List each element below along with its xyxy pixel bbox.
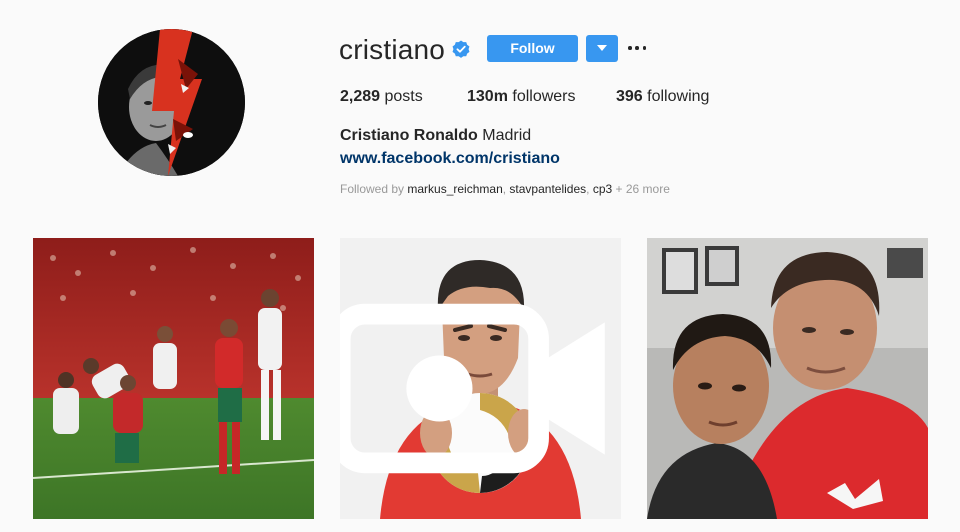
video-icon (340, 303, 605, 474)
profile-bio: Cristiano Ronaldo Madrid (340, 126, 531, 146)
dot (642, 46, 646, 50)
profile-full-name: Cristiano Ronaldo (340, 127, 478, 144)
followed-by-more[interactable]: + 26 more (616, 182, 670, 196)
followed-by-user[interactable]: markus_reichman (407, 182, 502, 196)
dot (628, 46, 632, 50)
followed-by[interactable]: Followed by markus_reichman, stavpanteli… (340, 181, 670, 197)
suggestions-dropdown-button[interactable] (586, 35, 618, 62)
followed-by-prefix: Followed by (340, 182, 405, 196)
post-image-selfie (647, 238, 928, 519)
followed-by-user[interactable]: cp3 (593, 182, 612, 196)
follow-button[interactable]: Follow (487, 35, 578, 62)
profile-bio-text: Madrid (482, 127, 532, 144)
profile-website-link[interactable]: www.facebook.com/cristiano (340, 149, 560, 169)
following-count-label: following (647, 88, 710, 105)
following-count[interactable]: 396 following (616, 87, 709, 107)
posts-count: 2,289 posts (340, 87, 423, 107)
post-thumbnail[interactable] (33, 238, 314, 519)
posts-count-value: 2,289 (340, 88, 381, 105)
followers-count-value: 130m (467, 88, 508, 105)
avatar-image (98, 29, 245, 176)
posts-count-label: posts (384, 88, 423, 105)
followers-count[interactable]: 130m followers (467, 87, 576, 107)
dot (635, 46, 639, 50)
profile-username: cristiano (339, 34, 446, 65)
chevron-down-icon (597, 45, 607, 51)
verified-badge-icon (452, 40, 470, 58)
post-thumbnail[interactable] (340, 238, 621, 519)
post-thumbnail[interactable] (647, 238, 928, 519)
followers-count-label: followers (512, 88, 576, 105)
followed-by-user[interactable]: stavpantelides (509, 182, 586, 196)
post-image-football-match (33, 238, 314, 519)
following-count-value: 396 (616, 88, 643, 105)
more-options-icon[interactable] (628, 37, 646, 59)
profile-avatar[interactable] (98, 29, 245, 176)
